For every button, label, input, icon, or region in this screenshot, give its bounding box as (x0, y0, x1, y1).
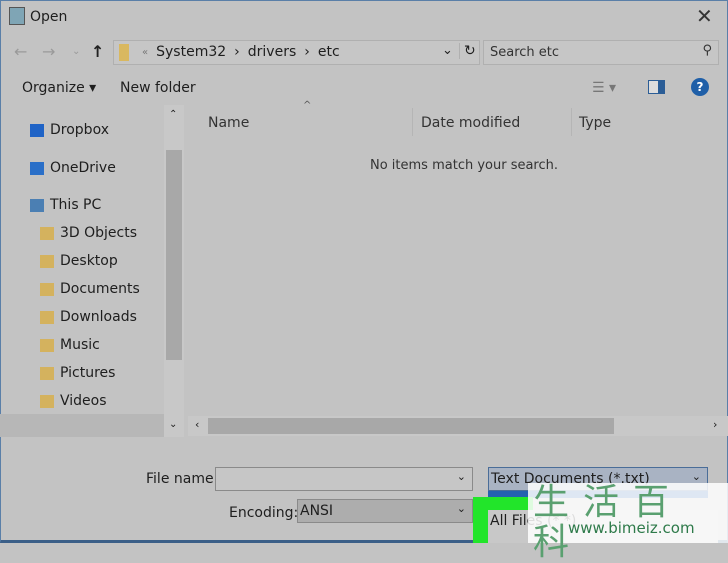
crumb-separator[interactable]: › (234, 44, 240, 60)
navigation-pane: Dropbox OneDrive This PC 3D Objects Desktop D… (0, 105, 164, 437)
recent-dropdown-icon[interactable]: ⌄ (72, 46, 80, 57)
address-bar[interactable]: « System32 › drivers › etc ⌄ ↻ (113, 40, 480, 65)
nav-item-label: Music (60, 337, 100, 353)
folder-icon (40, 338, 54, 352)
h-scroll-thumb[interactable] (208, 418, 614, 434)
sort-arrow-icon: ^ (303, 100, 312, 111)
crumb-etc[interactable]: etc (318, 44, 340, 60)
folder-icon (40, 226, 54, 240)
search-placeholder: Search etc (490, 45, 560, 60)
column-type[interactable]: Type (579, 115, 611, 131)
nav-item-label: Pictures (60, 365, 116, 381)
encoding-dropdown[interactable]: ANSI ⌄ (297, 499, 473, 523)
column-date-modified[interactable]: Date modified (421, 115, 520, 131)
new-folder-button[interactable]: New folder (120, 80, 196, 96)
scroll-right-icon[interactable]: › (713, 418, 717, 431)
computer-icon (30, 198, 44, 212)
organize-button[interactable]: Organize ▾ (22, 80, 96, 96)
nav-item[interactable]: Documents (40, 281, 140, 297)
up-button[interactable]: ↑ (91, 42, 104, 61)
scroll-up-icon[interactable]: ⌃ (169, 109, 177, 120)
view-options-icon[interactable]: ☰ ▾ (592, 80, 616, 96)
empty-message: No items match your search. (370, 158, 559, 173)
refresh-icon[interactable]: ↻ (459, 43, 476, 59)
breadcrumb: « System32 › drivers › etc (142, 44, 340, 60)
nav-item[interactable]: Music (40, 337, 100, 353)
column-name[interactable]: Name (208, 115, 249, 131)
cloud-icon (30, 161, 44, 175)
scroll-down-icon[interactable]: ⌄ (169, 419, 177, 430)
nav-item-label: OneDrive (50, 160, 116, 176)
search-input[interactable]: Search etc ⚲ (483, 40, 719, 65)
nav-item-label: Dropbox (50, 122, 109, 138)
nav-item-label: This PC (50, 197, 102, 213)
chevron-down-icon: ⌄ (456, 502, 466, 515)
chevron-down-icon: ⌄ (691, 470, 701, 483)
watermark: 生活百科 www.bimeiz.com (528, 483, 728, 563)
nav-item[interactable]: Videos (40, 393, 107, 409)
nav-item[interactable]: Downloads (40, 309, 137, 325)
nav-item[interactable]: OneDrive (30, 160, 116, 176)
crumb-system32[interactable]: System32 (156, 44, 226, 60)
file-name-label: File name: (146, 471, 219, 487)
nav-item-label: Documents (60, 281, 140, 297)
nav-item-label: 3D Objects (60, 225, 138, 241)
nav-item-label: Desktop (60, 253, 118, 269)
folder-icon (40, 366, 54, 380)
column-divider (571, 108, 572, 136)
encoding-value: ANSI (300, 503, 334, 519)
forward-button[interactable]: → (42, 42, 55, 61)
chevron-down-icon[interactable]: ⌄ (442, 43, 453, 58)
back-button[interactable]: ← (14, 42, 27, 61)
nav-item-label: Videos (60, 393, 107, 409)
file-name-input[interactable]: ⌄ (215, 467, 473, 491)
nav-item[interactable]: 3D Objects (40, 225, 137, 241)
nav-item[interactable]: Dropbox (30, 122, 109, 138)
scroll-thumb[interactable] (166, 150, 182, 360)
help-button[interactable]: ? (691, 78, 709, 96)
nav-item[interactable]: Desktop (40, 253, 118, 269)
crumb-separator[interactable]: › (304, 44, 310, 60)
folder-icon (40, 310, 54, 324)
folder-icon (40, 254, 54, 268)
crumb-drivers[interactable]: drivers (248, 44, 296, 60)
folder-icon (40, 282, 54, 296)
nav-item-label: Downloads (60, 309, 137, 325)
search-icon: ⚲ (702, 43, 712, 58)
nav-item[interactable]: Pictures (40, 365, 115, 381)
dropbox-icon (30, 123, 44, 137)
horizontal-scrollbar[interactable]: ‹ › (188, 416, 728, 436)
crumb-overflow[interactable]: « (142, 44, 148, 60)
column-divider (412, 108, 413, 136)
encoding-label: Encoding: (229, 505, 299, 521)
window-title: Open (30, 9, 68, 25)
preview-pane-icon[interactable] (648, 80, 665, 94)
nav-scrollbar[interactable]: ⌃ ⌄ (164, 105, 184, 437)
scroll-left-icon[interactable]: ‹ (195, 418, 199, 431)
folder-icon (40, 394, 54, 408)
notepad-icon (9, 7, 25, 25)
selected-nav-highlight (0, 414, 164, 437)
folder-icon (119, 44, 129, 61)
close-button[interactable]: ✕ (696, 4, 713, 28)
nav-item[interactable]: This PC (30, 197, 101, 213)
watermark-url: www.bimeiz.com (568, 519, 695, 537)
chevron-down-icon[interactable]: ⌄ (457, 470, 466, 483)
